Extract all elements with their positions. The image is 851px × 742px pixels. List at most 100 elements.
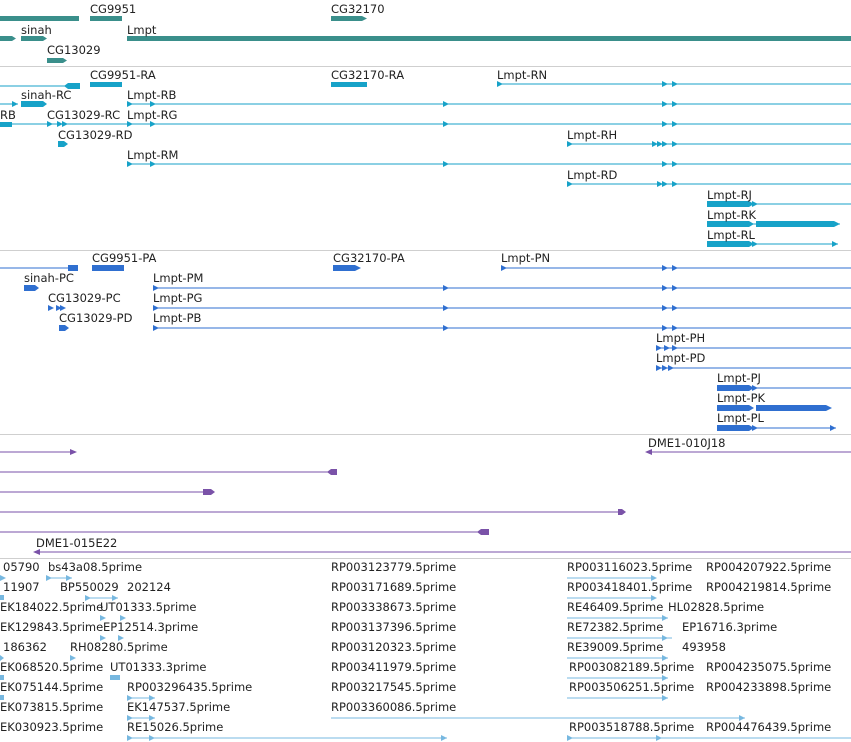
protein-label-lmpt-pb[interactable]: Lmpt-PB <box>153 311 201 325</box>
est-label[interactable]: EP16716.3prime <box>682 620 777 634</box>
est-label[interactable]: EK147537.5prime <box>127 700 230 714</box>
protein-label-lmpt-ph[interactable]: Lmpt-PH <box>656 331 705 345</box>
protein-label-cg32170-pa[interactable]: CG32170-PA <box>333 251 405 265</box>
transcript-label-lmpt-rg[interactable]: Lmpt-RG <box>127 108 177 122</box>
protein-label-lmpt-pk[interactable]: Lmpt-PK <box>717 391 765 405</box>
est-label[interactable]: RP003418401.5prime <box>567 580 692 594</box>
transcript-label-lmpt-rh[interactable]: Lmpt-RH <box>567 128 617 142</box>
transcript-rb[interactable] <box>0 122 12 127</box>
transcript-label-lmpt-rl[interactable]: Lmpt-RL <box>707 228 755 242</box>
protein-label-lmpt-pn[interactable]: Lmpt-PN <box>501 251 550 265</box>
transcript-label-rb[interactable]: RB <box>0 108 16 122</box>
transcript-label-cg32170-ra[interactable]: CG32170-RA <box>331 68 404 82</box>
est-label[interactable]: RP004235075.5prime <box>706 660 831 674</box>
est-label[interactable]: 202124 <box>127 580 171 594</box>
est-label[interactable]: RE46409.5prime <box>567 600 663 614</box>
clone-feature[interactable] <box>327 469 337 475</box>
protein-label-sinah-pc[interactable]: sinah-PC <box>24 271 74 285</box>
est-feature[interactable] <box>46 575 52 581</box>
clone-feature[interactable] <box>618 509 626 515</box>
est-label[interactable]: EK073815.5prime <box>0 700 103 714</box>
est-label[interactable]: RP004233898.5prime <box>706 680 831 694</box>
gene-feature-cg32170[interactable] <box>331 16 367 21</box>
protein-label-lmpt-pg[interactable]: Lmpt-PG <box>153 291 202 305</box>
est-label[interactable]: EP12514.3prime <box>103 620 198 634</box>
est-label[interactable]: RP004476439.5prime <box>706 720 831 734</box>
est-label[interactable]: EK129843.5prime <box>0 620 103 634</box>
est-label[interactable]: UT01333.3prime <box>110 660 207 674</box>
est-label[interactable]: bs43a08.5prime <box>48 560 142 574</box>
transcript-label-lmpt-rn[interactable]: Lmpt-RN <box>497 68 547 82</box>
clone-label-dme1-010j18[interactable]: DME1-010J18 <box>648 436 726 450</box>
gene-feature-cg13029[interactable] <box>47 58 67 63</box>
protein-cg13029-pd[interactable] <box>59 325 69 331</box>
est-label[interactable]: EK184022.5prime <box>0 600 103 614</box>
protein-label-cg9951-pa[interactable]: CG9951-PA <box>92 251 156 265</box>
transcript-label-cg13029-rd[interactable]: CG13029-RD <box>58 128 133 142</box>
est-label[interactable]: RP003082189.5prime <box>569 660 694 674</box>
est-label[interactable]: 186362 <box>3 640 47 654</box>
transcript-label-lmpt-rm[interactable]: Lmpt-RM <box>127 148 178 162</box>
est-label[interactable]: RP003171689.5prime <box>331 580 456 594</box>
est-label[interactable]: UT01333.5prime <box>100 600 197 614</box>
transcript-label-lmpt-rk[interactable]: Lmpt-RK <box>707 208 756 222</box>
protein-lmpt-pb[interactable] <box>153 325 159 331</box>
gene-feature[interactable] <box>0 36 16 41</box>
gene-label-cg9951[interactable]: CG9951 <box>90 2 136 16</box>
clone-feature[interactable] <box>477 529 489 535</box>
transcript-label-lmpt-rj[interactable]: Lmpt-RJ <box>707 188 752 202</box>
est-label[interactable]: RE72382.5prime <box>567 620 663 634</box>
est-label[interactable]: RP003296435.5prime <box>127 680 252 694</box>
est-label[interactable]: EK068520.5prime <box>0 660 103 674</box>
est-label[interactable]: RP003518788.5prime <box>569 720 694 734</box>
protein-label-cg13029-pc[interactable]: CG13029-PC <box>48 291 121 305</box>
protein-cg9951-pa[interactable] <box>92 265 124 271</box>
protein-lmpt-pl[interactable] <box>717 425 754 431</box>
clone-feature[interactable] <box>203 489 215 495</box>
est-label[interactable]: RP003506251.5prime <box>569 680 694 694</box>
gene-label-cg32170[interactable]: CG32170 <box>331 2 385 16</box>
est-label[interactable]: RP003411979.5prime <box>331 660 456 674</box>
transcript-label-lmpt-rb[interactable]: Lmpt-RB <box>127 88 176 102</box>
est-feature[interactable] <box>441 735 447 741</box>
gene-feature-cg9951[interactable] <box>90 16 122 21</box>
gene-feature[interactable] <box>0 16 79 21</box>
est-label[interactable]: RP003116023.5prime <box>567 560 692 574</box>
est-label[interactable]: RE39009.5prime <box>567 640 663 654</box>
protein-cg32170-pa[interactable] <box>333 265 361 271</box>
est-label[interactable]: RP003360086.5prime <box>331 700 456 714</box>
transcript-label-sinah-rc[interactable]: sinah-RC <box>21 88 71 102</box>
est-label[interactable]: BP550029 <box>60 580 119 594</box>
est-label[interactable]: 05790 <box>3 560 40 574</box>
transcript-label-cg9951-ra[interactable]: CG9951-RA <box>90 68 156 82</box>
clone-feature[interactable] <box>70 449 77 455</box>
protein-label-lmpt-pd[interactable]: Lmpt-PD <box>656 351 705 365</box>
est-label[interactable]: 493958 <box>682 640 726 654</box>
est-label[interactable]: EK030923.5prime <box>0 720 103 734</box>
est-label[interactable]: RH08280.5prime <box>70 640 168 654</box>
est-label[interactable]: HL02828.5prime <box>668 600 764 614</box>
transcript-cg9951-ra[interactable] <box>90 82 122 87</box>
est-label[interactable]: RP003120323.5prime <box>331 640 456 654</box>
clone-label-dme1-015e22[interactable]: DME1-015E22 <box>36 536 117 550</box>
protein-lmpt-pn[interactable] <box>501 265 507 271</box>
transcript-cg32170-ra[interactable] <box>331 82 367 87</box>
transcript-label-lmpt-rd[interactable]: Lmpt-RD <box>567 168 617 182</box>
est-label[interactable]: EK075144.5prime <box>0 680 103 694</box>
protein-lmpt-pd[interactable] <box>656 365 662 371</box>
protein-label-cg13029-pd[interactable]: CG13029-PD <box>59 311 132 325</box>
est-label[interactable]: 11907 <box>3 580 40 594</box>
est-label[interactable]: RP003338673.5prime <box>331 600 456 614</box>
protein-label-lmpt-pl[interactable]: Lmpt-PL <box>717 411 764 425</box>
est-label[interactable]: RE15026.5prime <box>127 720 223 734</box>
est-label[interactable]: RP003137396.5prime <box>331 620 456 634</box>
protein-sinah-pc[interactable] <box>24 285 39 291</box>
gene-label-cg13029[interactable]: CG13029 <box>47 43 101 57</box>
gene-label-lmpt[interactable]: Lmpt <box>127 23 156 37</box>
est-feature[interactable] <box>110 675 120 680</box>
transcript-label-cg13029-rc[interactable]: CG13029-RC <box>47 108 120 122</box>
protein-label-lmpt-pm[interactable]: Lmpt-PM <box>153 271 203 285</box>
gene-label-sinah[interactable]: sinah <box>21 23 52 37</box>
est-label[interactable]: RP004207922.5prime <box>706 560 831 574</box>
est-label[interactable]: RP003217545.5prime <box>331 680 456 694</box>
